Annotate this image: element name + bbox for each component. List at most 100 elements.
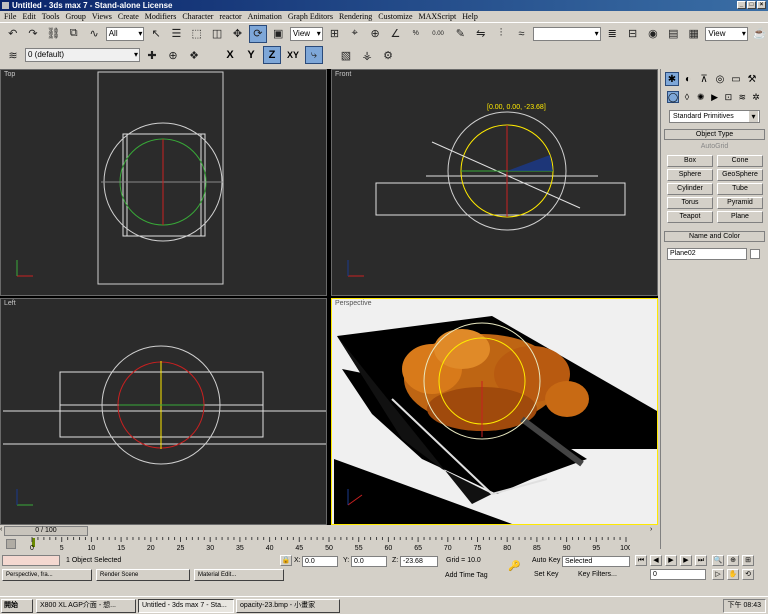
- torus-button[interactable]: Torus: [667, 197, 713, 209]
- minimized-render-scene-window[interactable]: Render Scene: [96, 569, 190, 581]
- y-coordinate-field[interactable]: 0.0: [351, 556, 387, 567]
- set-current-layer-icon[interactable]: ❖: [185, 46, 203, 64]
- primitive-category-dropdown[interactable]: Standard Primitives: [669, 110, 760, 123]
- layer-dropdown[interactable]: 0 (default): [25, 48, 140, 62]
- menu-file[interactable]: File: [2, 11, 20, 22]
- box-button[interactable]: Box: [667, 155, 713, 167]
- start-button[interactable]: 開始: [1, 599, 33, 613]
- time-slider-prev-icon[interactable]: ‹: [0, 526, 2, 533]
- axis-x-button[interactable]: X: [221, 46, 239, 64]
- material-editor-icon[interactable]: ◉: [644, 25, 661, 43]
- go-to-start-icon[interactable]: ⏮: [635, 555, 647, 566]
- taskbar-item-display-properties[interactable]: X800 XL AGP介面 - 想...: [36, 599, 136, 613]
- menu-modifiers[interactable]: Modifiers: [143, 11, 181, 22]
- minimized-material-editor-window[interactable]: Material Edit...: [194, 569, 284, 581]
- pyramid-button[interactable]: Pyramid: [717, 197, 763, 209]
- shapes-icon[interactable]: ◊: [681, 91, 693, 103]
- space-warps-icon[interactable]: ≋: [736, 91, 748, 103]
- play-icon[interactable]: ▶: [665, 555, 677, 566]
- axis-xy-button[interactable]: XY: [284, 46, 302, 64]
- object-color-swatch[interactable]: [750, 249, 760, 259]
- plane-button[interactable]: Plane: [717, 211, 763, 223]
- track-bar[interactable]: 0 5 10 15 20 25 30 35 40 45 50 55 60 65 70 75 80 85 90 95 10…: [0, 537, 658, 553]
- menu-maxscript[interactable]: MAXScript: [417, 11, 461, 22]
- set-key-button[interactable]: Set Key: [534, 569, 559, 581]
- select-object-icon[interactable]: ↖: [147, 25, 164, 43]
- display-tab-icon[interactable]: ▭: [729, 72, 743, 86]
- reactor-icon[interactable]: ⚙: [379, 46, 397, 64]
- menu-create[interactable]: Create: [116, 11, 143, 22]
- select-move-icon[interactable]: ✥: [229, 25, 246, 43]
- mirror-icon[interactable]: ⇋: [472, 25, 489, 43]
- pivot-center-icon[interactable]: ⊞: [326, 25, 343, 43]
- menu-customize[interactable]: Customize: [376, 11, 416, 22]
- maximize-button[interactable]: □: [747, 1, 756, 9]
- viewport-top[interactable]: Top: [0, 69, 327, 296]
- angle-snap-icon[interactable]: ∠: [387, 25, 404, 43]
- minimized-perspective-window[interactable]: Perspective, fra...: [2, 569, 92, 581]
- create-tab-icon[interactable]: ✱: [665, 72, 679, 86]
- axis-constraint-icon[interactable]: ⤷: [305, 46, 323, 64]
- geosphere-button[interactable]: GeoSphere: [717, 169, 763, 181]
- add-time-tag[interactable]: Add Time Tag: [445, 570, 488, 582]
- time-slider-next-icon[interactable]: ›: [650, 526, 652, 533]
- select-rotate-icon[interactable]: ⟳: [249, 24, 267, 43]
- cameras-icon[interactable]: ▶: [709, 91, 721, 103]
- object-name-field[interactable]: Plane02: [667, 248, 747, 260]
- axis-z-button[interactable]: Z: [263, 46, 281, 64]
- maxscript-listener[interactable]: [2, 555, 60, 566]
- x-coordinate-field[interactable]: 0.0: [302, 556, 338, 567]
- undo-icon[interactable]: ↶: [4, 25, 21, 43]
- schematic-view-icon[interactable]: ⊟: [624, 25, 641, 43]
- zoom-all-icon[interactable]: ⊕: [727, 555, 739, 566]
- menu-edit[interactable]: Edit: [20, 11, 39, 22]
- systems-icon[interactable]: ✲: [750, 91, 762, 103]
- align-icon[interactable]: ⫶: [492, 25, 509, 43]
- edit-named-selections-icon[interactable]: ✎: [452, 25, 469, 43]
- cylinder-button[interactable]: Cylinder: [667, 183, 713, 195]
- menu-views[interactable]: Views: [90, 11, 116, 22]
- snap-toggle-icon[interactable]: ⊕: [366, 25, 383, 43]
- select-by-name-icon[interactable]: ☰: [168, 25, 185, 43]
- named-selection-dropdown[interactable]: [533, 26, 601, 41]
- selection-region-icon[interactable]: ⬚: [188, 25, 205, 43]
- render-elements-icon[interactable]: ▧: [337, 46, 355, 64]
- time-slider[interactable]: 0 / 100: [4, 526, 88, 536]
- layer-manager-icon[interactable]: ≣: [604, 25, 621, 43]
- select-scale-icon[interactable]: ▣: [270, 25, 287, 43]
- track-bar-menu-icon[interactable]: [6, 539, 16, 549]
- render-last-icon[interactable]: ☕: [751, 25, 768, 43]
- teapot-button[interactable]: Teapot: [667, 211, 713, 223]
- utilities-tab-icon[interactable]: ⚒: [745, 72, 759, 86]
- cone-button[interactable]: Cone: [717, 155, 763, 167]
- name-and-color-rollout[interactable]: Name and Color: [664, 231, 765, 242]
- geometry-icon[interactable]: ◯: [667, 91, 679, 103]
- taskbar-item-3dsmax[interactable]: Untitled - 3ds max 7 - Sta...: [138, 599, 234, 613]
- unlink-icon[interactable]: ⧉: [65, 25, 82, 43]
- menu-reactor[interactable]: reactor: [217, 11, 245, 22]
- render-type-dropdown[interactable]: View: [705, 26, 748, 41]
- helpers-icon[interactable]: ⊡: [722, 91, 734, 103]
- pan-icon[interactable]: ✋: [727, 569, 739, 580]
- modify-tab-icon[interactable]: ◐: [681, 72, 695, 86]
- menu-character[interactable]: Character: [180, 11, 217, 22]
- current-frame-field[interactable]: 0: [650, 569, 706, 580]
- spinner-snap[interactable]: 0.00: [427, 25, 448, 43]
- menu-help[interactable]: Help: [460, 11, 482, 22]
- autogrid-checkbox[interactable]: AutoGrid: [661, 143, 768, 153]
- add-to-layer-icon[interactable]: ✚: [143, 46, 161, 64]
- key-icon[interactable]: 🔑: [508, 561, 520, 572]
- previous-frame-icon[interactable]: ◀: [650, 555, 662, 566]
- sunlight-icon[interactable]: ⚶: [358, 46, 376, 64]
- render-scene-icon[interactable]: ▤: [665, 25, 682, 43]
- close-button[interactable]: ×: [757, 1, 766, 9]
- window-crossing-icon[interactable]: ◫: [208, 25, 225, 43]
- select-manipulate-icon[interactable]: ⌖: [346, 25, 363, 43]
- reference-coordinate-dropdown[interactable]: View: [289, 26, 323, 41]
- taskbar-item-paint[interactable]: opacity-23.bmp - 小畫家: [236, 599, 340, 613]
- layer-list-icon[interactable]: ≋: [4, 46, 22, 64]
- curve-editor-icon[interactable]: ≈: [513, 25, 530, 43]
- quick-render-icon[interactable]: ▦: [685, 25, 702, 43]
- menu-animation[interactable]: Animation: [246, 11, 286, 22]
- lights-icon[interactable]: ✺: [695, 91, 707, 103]
